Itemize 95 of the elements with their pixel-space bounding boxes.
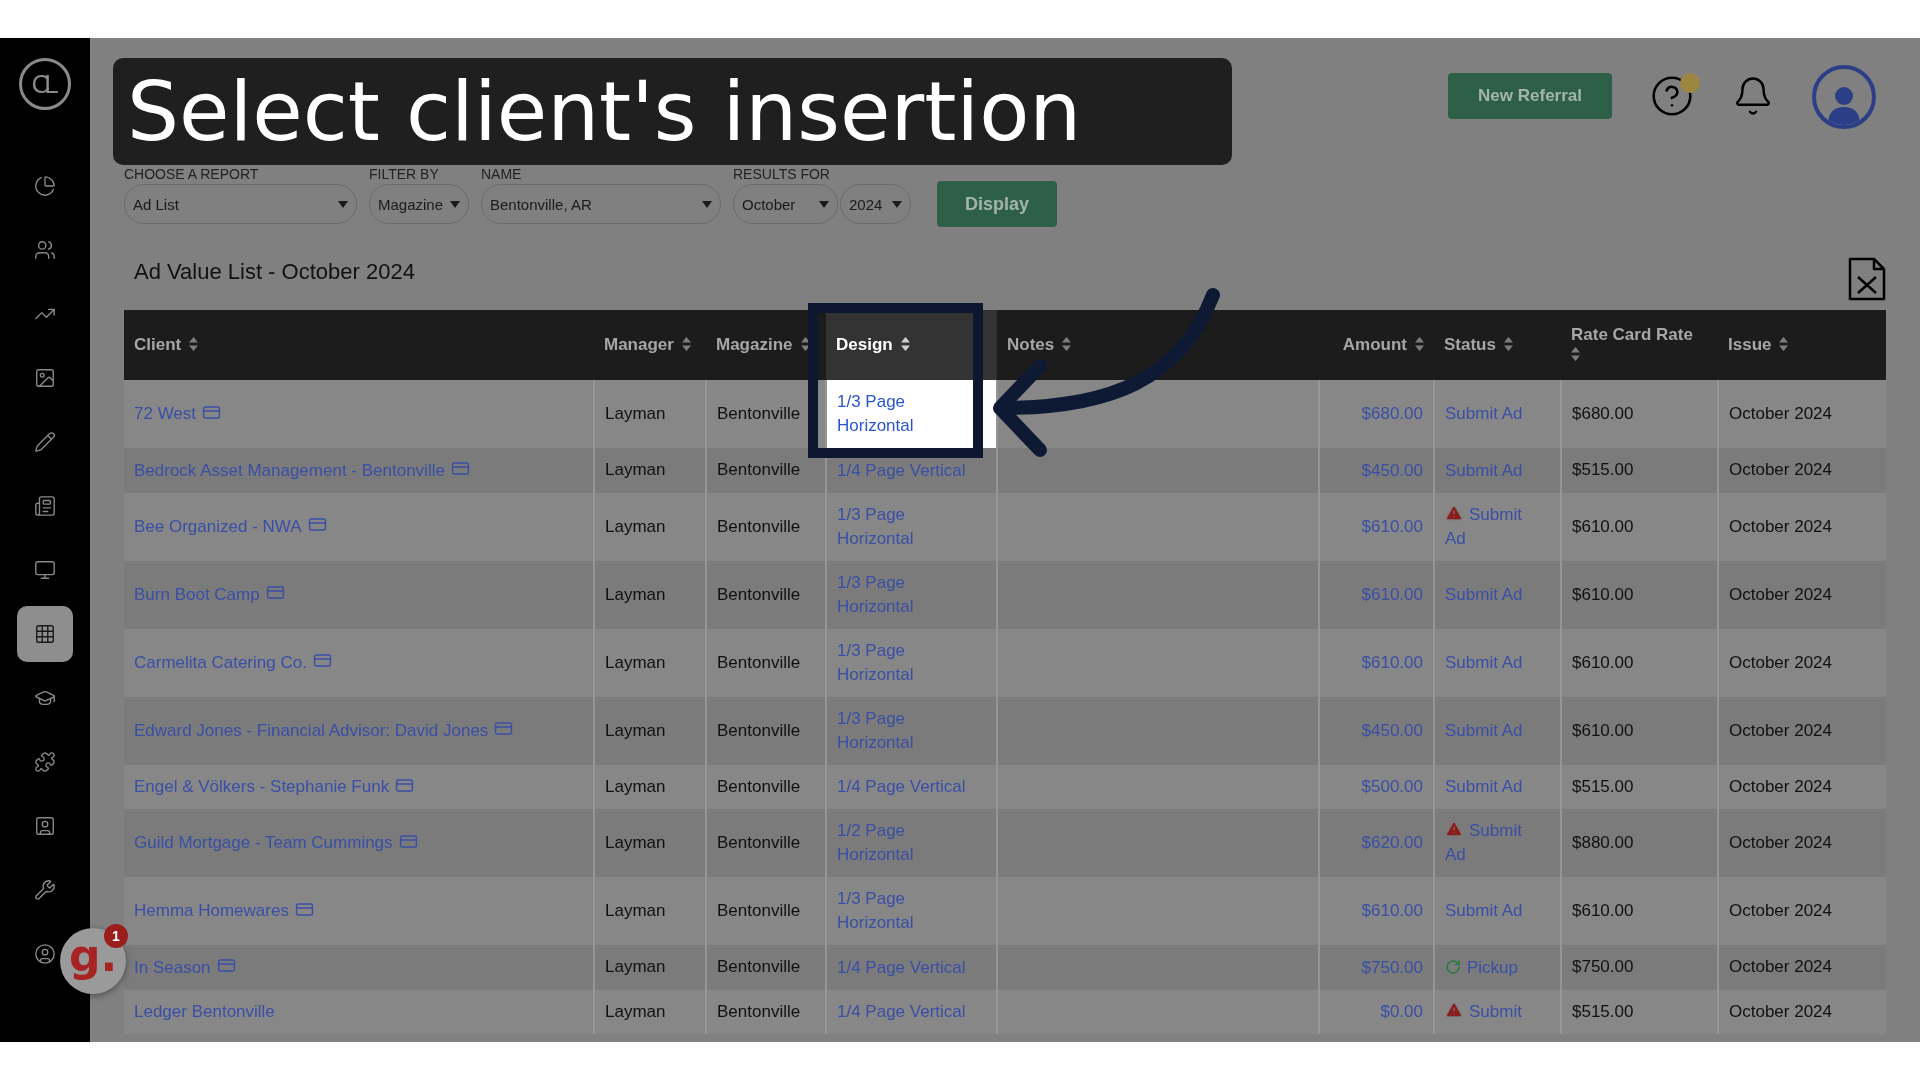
sidebar-item[interactable] (32, 877, 58, 903)
table-cell: October 2024 (1718, 989, 1886, 1035)
design-link[interactable]: 1/3 Page Horizontal (837, 638, 986, 687)
design-link[interactable]: 1/4 Page Vertical (837, 775, 966, 800)
sort-icon[interactable] (900, 337, 910, 351)
filter-label: RESULTS FOR (733, 166, 831, 181)
design-link[interactable]: 1/2 Page Horizontal (837, 819, 986, 868)
logo[interactable]: CL (19, 58, 71, 110)
help-icon[interactable] (1650, 74, 1694, 118)
pie-chart-icon (34, 175, 56, 197)
newspaper-icon (34, 495, 56, 517)
client-link[interactable]: Ledger Bentonville (134, 1000, 275, 1025)
status-link[interactable]: Submit Ad (1445, 718, 1523, 743)
column-header: Status (1444, 335, 1496, 354)
status-link[interactable]: Submit Ad (1445, 899, 1523, 924)
table-cell: $515.00 (1561, 989, 1718, 1035)
status-link[interactable]: Submit Ad (1445, 582, 1523, 607)
amount-link[interactable]: $450.00 (1361, 458, 1423, 483)
avatar[interactable] (1812, 65, 1876, 129)
wrench-icon (34, 879, 56, 901)
amount-link[interactable]: $450.00 (1361, 718, 1423, 743)
report-title: Ad Value List - October 2024 (134, 259, 415, 285)
client-link[interactable]: Edward Jones - Financial Advisor: David Jones (134, 718, 489, 743)
people-icon (34, 239, 56, 261)
pencil-icon (34, 431, 56, 453)
design-link[interactable]: 1/4 Page Vertical (837, 458, 966, 483)
column-header: Issue (1728, 335, 1772, 354)
amount-link[interactable]: $750.00 (1361, 955, 1423, 980)
amount-link[interactable]: $500.00 (1361, 775, 1423, 800)
status-link[interactable]: Submit (1445, 1000, 1522, 1025)
status-link[interactable]: Pickup (1445, 955, 1519, 980)
display-button[interactable]: Display (937, 181, 1058, 227)
design-link[interactable]: 1/3 Page Horizontal (837, 706, 986, 755)
column-header: Client (134, 335, 182, 354)
column-header: Design (836, 335, 893, 354)
filter-label: FILTER BY (369, 166, 440, 181)
excel-export-icon[interactable] (1848, 257, 1886, 301)
image-icon (34, 367, 56, 389)
puzzle-icon (34, 751, 56, 773)
grid-icon (34, 623, 56, 645)
column-header: Amount (1342, 335, 1407, 354)
design-link[interactable]: 1/4 Page Vertical (837, 1000, 966, 1025)
sort-icon[interactable] (1062, 337, 1072, 351)
client-link[interactable]: Bee Organized - NWA (134, 514, 302, 539)
contact-card-icon (34, 815, 56, 837)
sidebar-item[interactable] (32, 429, 58, 455)
amount-link[interactable]: $0.00 (1380, 1000, 1423, 1025)
table-cell: Bentonville (706, 989, 826, 1035)
status-link[interactable]: Submit Ad (1445, 819, 1538, 868)
sort-icon[interactable] (681, 337, 691, 351)
caption: Select client's insertion (113, 58, 1232, 165)
sort-icon[interactable] (189, 337, 199, 351)
filter-label: NAME (481, 166, 523, 181)
monitor-icon (34, 559, 56, 581)
sidebar-item[interactable] (32, 749, 58, 775)
user-circle-icon (34, 943, 56, 965)
amount-link[interactable]: $680.00 (1361, 402, 1423, 427)
sidebar-item[interactable] (32, 493, 58, 519)
sort-icon[interactable] (1571, 347, 1580, 361)
sidebar-item[interactable] (32, 173, 58, 199)
design-link[interactable]: 1/3 Page Horizontal (837, 570, 986, 619)
sort-icon[interactable] (1503, 337, 1513, 351)
client-link[interactable]: 72 West (134, 402, 197, 427)
column-header: Manager (604, 335, 674, 354)
table-cell: Layman (594, 989, 706, 1035)
amount-link[interactable]: $610.00 (1361, 582, 1423, 607)
sort-icon[interactable] (1415, 337, 1424, 351)
amount-link[interactable]: $610.00 (1361, 899, 1423, 924)
client-link[interactable]: Engel & Völkers - Stephanie Funk (134, 775, 390, 800)
sidebar-item[interactable] (17, 606, 73, 662)
client-link[interactable]: Burn Boot Camp (134, 582, 260, 607)
column-header: Rate Card Rate (1571, 325, 1693, 344)
sort-icon[interactable] (800, 337, 810, 351)
client-link[interactable]: Carmelita Catering Co. (134, 650, 307, 675)
amount-link[interactable]: $610.00 (1361, 514, 1423, 539)
status-link[interactable]: Submit Ad (1445, 502, 1538, 551)
client-link[interactable]: Bedrock Asset Management - Bentonville (134, 458, 445, 483)
column-header: Notes (1007, 335, 1055, 354)
client-link[interactable]: In Season (134, 955, 211, 980)
status-link[interactable]: Submit Ad (1445, 650, 1523, 675)
client-link[interactable]: Guild Mortgage - Team Cummings (134, 831, 393, 856)
sidebar-item[interactable] (32, 941, 58, 967)
status-link[interactable]: Submit Ad (1445, 775, 1523, 800)
design-link[interactable]: 1/4 Page Vertical (837, 955, 966, 980)
status-link[interactable]: Submit Ad (1445, 458, 1523, 483)
amount-link[interactable]: $610.00 (1361, 650, 1423, 675)
filter-label: CHOOSE A REPORT (124, 166, 260, 181)
status-link[interactable]: Submit Ad (1445, 402, 1523, 427)
new-referral-button[interactable]: New Referral (1448, 73, 1612, 119)
sort-icon[interactable] (1779, 337, 1789, 351)
amount-link[interactable]: $620.00 (1361, 831, 1423, 856)
client-link[interactable]: Hemma Homewares (134, 899, 289, 924)
column-header: Magazine (716, 335, 793, 354)
design-link[interactable]: 1/3 Page Horizontal (837, 502, 986, 551)
design-link[interactable]: 1/3 Page Horizontal (837, 887, 986, 936)
